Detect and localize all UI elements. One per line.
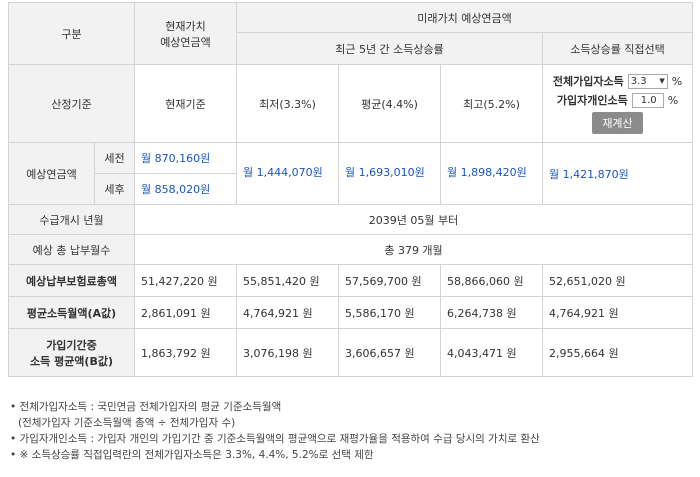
table-cell: 57,569,700 원 — [338, 264, 441, 297]
recent-growth-header: 최근 5년 간 소득상승률 — [236, 32, 543, 65]
present-value-header: 현재가치 예상연금액 — [134, 2, 237, 65]
table-cell: 6,264,738 원 — [440, 296, 543, 329]
posttax-current-value: 월 858,020원 — [134, 173, 237, 205]
basis-low: 최저(3.3%) — [236, 64, 339, 143]
start-date-label: 수급개시 년월 — [8, 204, 135, 235]
category-header: 구분 — [8, 2, 135, 65]
table-cell: 52,651,020 원 — [541, 264, 694, 297]
pension-table: 구분 현재가치 예상연금액 미래가치 예상연금액 최근 5년 간 소득상승률 소… — [8, 2, 694, 377]
expected-pension-label: 예상연금액 — [8, 142, 95, 205]
pension-custom-value: 월 1,421,870원 — [541, 142, 694, 205]
table-cell: 2,861,091 원 — [134, 296, 237, 329]
footnotes: • 전체가입자소득 : 국민연금 전체가입자의 평균 기준소득월액 (전체가입자… — [10, 399, 540, 463]
header-row-1: 구분 현재가치 예상연금액 미래가치 예상연금액 — [8, 2, 694, 65]
total-premium-row: 예상납부보험료총액 51,427,220 원 55,851,420 원 57,5… — [8, 264, 694, 297]
present-value-header-line2: 예상연금액 — [160, 35, 211, 49]
table-cell: 5,586,170 원 — [338, 296, 441, 329]
all-income-select-value: 3.3 — [630, 75, 647, 87]
basis-label: 산정기준 — [8, 64, 135, 143]
all-income-label: 전체가입자소득 — [552, 75, 624, 88]
total-premium-label: 예상납부보험료총액 — [8, 264, 135, 297]
b-value-row: 가입기간중 소득 평균액(B값) 1,863,792 원 3,076,198 원… — [8, 328, 694, 377]
table-cell: 4,764,921 원 — [541, 296, 694, 329]
b-value-label-line2: 소득 평균액(B값) — [30, 354, 113, 368]
pretax-row: 예상연금액 세전 월 870,160원 월 1,444,070원 월 1,693… — [8, 142, 694, 205]
percent-sign: % — [671, 74, 683, 88]
start-date-row: 수급개시 년월 2039년 05월 부터 — [8, 204, 694, 235]
pretax-current-value: 월 870,160원 — [134, 142, 237, 174]
pretax-label: 세전 — [94, 142, 135, 174]
pension-avg-value: 월 1,693,010원 — [338, 142, 441, 205]
table-cell: 3,076,198 원 — [236, 328, 339, 377]
table-cell: 2,955,664 원 — [541, 328, 694, 377]
basis-high: 최고(5.2%) — [440, 64, 543, 143]
total-months-label: 예상 총 납부월수 — [8, 234, 135, 265]
total-months-row: 예상 총 납부월수 총 379 개월 — [8, 234, 694, 265]
footnote-item: • ※ 소득상승률 직접입력란의 전체가입자소득은 3.3%, 4.4%, 5.… — [10, 449, 374, 461]
direct-select-controls: 전체가입자소득 3.3 ▼ % 가입자개인소득 1.0 % 재계산 — [541, 64, 694, 143]
recalculate-button[interactable]: 재계산 — [592, 112, 643, 134]
table-cell: 3,606,657 원 — [338, 328, 441, 377]
footnote-item: (전체가입자 기준소득월액 총액 ÷ 전체가입자 수) — [18, 417, 236, 429]
personal-income-label: 가입자개인소득 — [556, 94, 628, 107]
b-value-label-line1: 가입기간중 — [46, 338, 97, 352]
table-cell: 1,863,792 원 — [134, 328, 237, 377]
a-value-row: 평균소득월액(A값) 2,861,091 원 4,764,921 원 5,586… — [8, 296, 694, 329]
footnote-item: • 전체가입자소득 : 국민연금 전체가입자의 평균 기준소득월액 — [10, 401, 282, 413]
total-months-value: 총 379 개월 — [133, 234, 694, 265]
table-cell: 55,851,420 원 — [236, 264, 339, 297]
table-cell: 58,866,060 원 — [440, 264, 543, 297]
table-cell: 51,427,220 원 — [134, 264, 237, 297]
present-value-header-line1: 현재가치 — [165, 19, 206, 33]
footnote-item: • 가입자개인소득 : 가입자 개인의 가입기간 중 기준소득월액의 평균액으로… — [10, 433, 540, 445]
all-income-select[interactable]: 3.3 ▼ — [627, 73, 668, 89]
chevron-down-icon: ▼ — [659, 77, 665, 85]
personal-income-line: 가입자개인소득 1.0 % — [549, 92, 686, 108]
posttax-label: 세후 — [94, 173, 135, 205]
personal-income-input[interactable]: 1.0 — [631, 92, 664, 108]
b-value-label: 가입기간중 소득 평균액(B값) — [8, 328, 135, 377]
pension-low-value: 월 1,444,070원 — [236, 142, 339, 205]
table-cell: 4,764,921 원 — [236, 296, 339, 329]
all-income-line: 전체가입자소득 3.3 ▼ % — [549, 73, 686, 89]
a-value-label: 평균소득월액(A값) — [8, 296, 135, 329]
percent-sign: % — [667, 93, 679, 107]
pension-high-value: 월 1,898,420원 — [440, 142, 543, 205]
basis-row: 산정기준 현재기준 최저(3.3%) 평균(4.4%) 최고(5.2%) 전체가… — [8, 64, 694, 143]
basis-avg: 평균(4.4%) — [338, 64, 441, 143]
start-date-value: 2039년 05월 부터 — [133, 204, 694, 235]
table-cell: 4,043,471 원 — [440, 328, 543, 377]
direct-select-header: 소득상승률 직접선택 — [541, 32, 694, 65]
basis-current: 현재기준 — [134, 64, 237, 143]
future-value-header: 미래가치 예상연금액 — [235, 2, 694, 33]
